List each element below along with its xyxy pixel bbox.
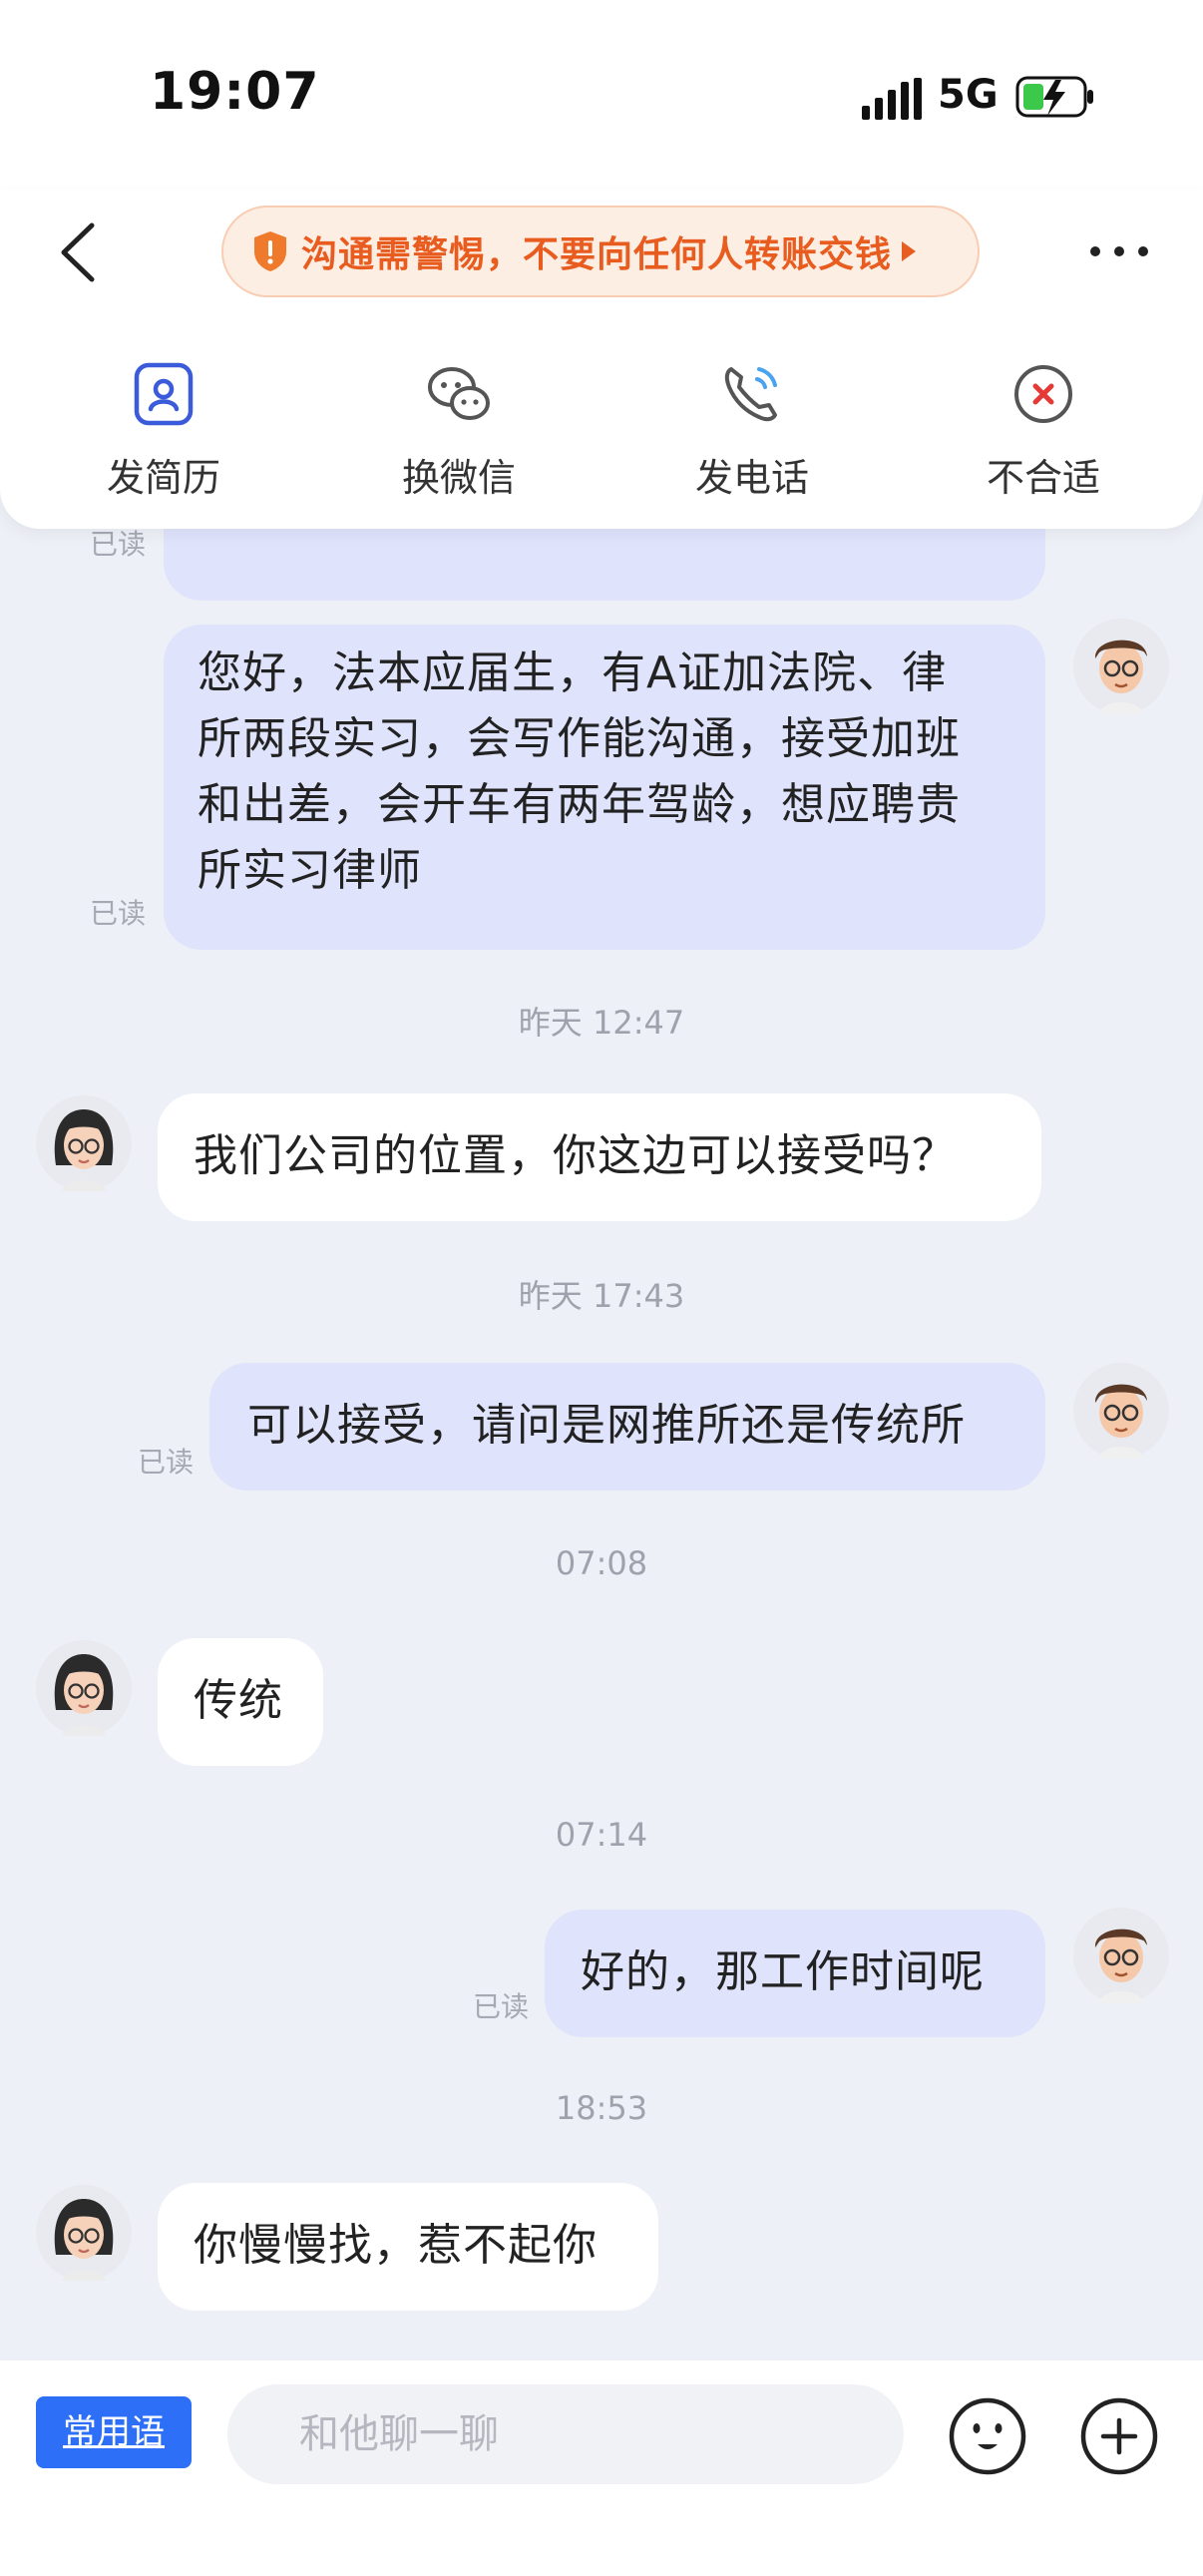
send-phone-button[interactable]: 发电话 (652, 349, 852, 502)
message-input-bar: 常用语 和他聊一聊 (0, 2361, 1203, 2576)
quick-actions-bar: 发简历 换微信 发电话 不合适 (0, 349, 1203, 509)
message-text: 你慢慢找，惹不起你 (194, 2220, 598, 2271)
status-time: 19:07 (150, 62, 320, 122)
network-type: 5G (938, 72, 999, 118)
message-bubble-me[interactable]: 可以接受，请问是网推所还是传统所 (209, 1363, 1045, 1491)
not-suitable-label: 不合适 (986, 456, 1100, 500)
signal-strength-icon (862, 78, 922, 120)
shield-warning-icon (254, 231, 286, 271)
message-bubble-them[interactable]: 传统 (158, 1638, 323, 1766)
message-bubble-previous[interactable] (164, 529, 1045, 601)
recruiter-avatar[interactable] (36, 1095, 132, 1191)
add-attachment-icon[interactable] (1079, 2396, 1159, 2476)
message-text: 可以接受，请问是网推所还是传统所 (247, 1400, 966, 1451)
resume-icon (134, 362, 194, 426)
recruiter-avatar[interactable] (36, 2185, 132, 2281)
send-phone-label: 发电话 (694, 456, 809, 500)
read-receipt: 已读 (473, 1990, 530, 2023)
my-avatar[interactable] (1073, 619, 1169, 714)
message-bubble-me[interactable]: 好的，那工作时间呢 (545, 1910, 1045, 2037)
more-options-icon[interactable] (1089, 245, 1149, 257)
message-input[interactable]: 和他聊一聊 (227, 2384, 904, 2484)
status-bar: 19:07 5G (0, 0, 1203, 190)
read-receipt: 已读 (90, 897, 147, 930)
my-avatar[interactable] (1073, 1363, 1169, 1459)
chat-message-list[interactable]: 已读 您好，法本应届生，有A证加法院、律 所两段实习，会写作能沟通，接受加班 和… (0, 529, 1203, 2361)
timestamp: 07:14 (555, 1816, 648, 1854)
timestamp: 昨天 17:43 (518, 1277, 685, 1315)
message-line: 所两段实习，会写作能沟通，接受加班 (198, 713, 961, 764)
timestamp: 昨天 12:47 (518, 1004, 685, 1042)
emoji-icon[interactable] (948, 2396, 1027, 2476)
message-bubble-them[interactable]: 我们公司的位置，你这边可以接受吗？ (158, 1093, 1041, 1221)
not-suitable-button[interactable]: 不合适 (944, 349, 1143, 502)
phone-icon (724, 367, 777, 422)
message-line: 您好，法本应届生，有A证加法院、律 (198, 647, 948, 698)
back-arrow-icon[interactable] (52, 219, 102, 285)
message-bubble-them[interactable]: 你慢慢找，惹不起你 (158, 2183, 658, 2311)
safety-warning-banner[interactable]: 沟通需警惕，不要向任何人转账交钱 (221, 206, 980, 297)
chevron-right-icon (902, 241, 917, 261)
recruiter-avatar[interactable] (36, 1640, 132, 1736)
timestamp: 07:08 (555, 1544, 648, 1582)
send-resume-button[interactable]: 发简历 (64, 349, 263, 502)
safety-warning-text: 沟通需警惕，不要向任何人转账交钱 (301, 234, 893, 275)
wechat-icon (428, 367, 490, 420)
message-text: 好的，那工作时间呢 (581, 1946, 985, 1997)
message-line: 所实习律师 (198, 845, 422, 896)
timestamp: 18:53 (555, 2089, 648, 2127)
common-phrases-button[interactable]: 常用语 (36, 2396, 192, 2468)
message-text: 我们公司的位置，你这边可以接受吗？ (194, 1130, 957, 1181)
exchange-wechat-label: 换微信 (401, 456, 516, 500)
message-text: 传统 (194, 1675, 283, 1726)
read-receipt: 已读 (138, 1446, 195, 1479)
my-avatar[interactable] (1073, 1908, 1169, 2003)
read-receipt: 已读 (90, 529, 147, 561)
battery-charging-icon (1015, 76, 1093, 118)
reject-icon (1014, 365, 1072, 423)
message-bubble-me[interactable]: 您好，法本应届生，有A证加法院、律 所两段实习，会写作能沟通，接受加班 和出差，… (164, 625, 1045, 950)
message-line: 和出差，会开车有两年驾龄，想应聘贵 (198, 779, 961, 830)
exchange-wechat-button[interactable]: 换微信 (359, 349, 559, 502)
send-resume-label: 发简历 (106, 456, 220, 500)
